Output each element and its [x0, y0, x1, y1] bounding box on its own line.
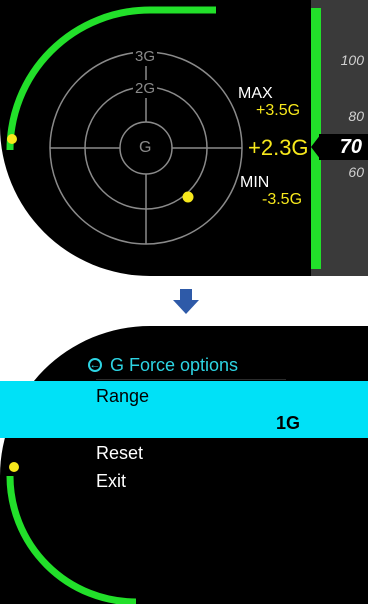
current-g-value: +2.3G [248, 135, 309, 160]
speed-current-value: 70 [339, 136, 362, 158]
options-menu-title-text: G Force options [110, 355, 239, 375]
options-menu-title[interactable]: ← G Force options [88, 354, 238, 376]
scale-label-2g: 2G [133, 80, 158, 98]
g-position-dot [182, 191, 194, 203]
max-value: +3.5G [256, 102, 301, 119]
title-divider [96, 379, 286, 380]
min-value: -3.5G [262, 191, 303, 208]
bezel-arc [6, 475, 137, 604]
speed-tick: 100 [340, 52, 364, 68]
range-value: 1G [275, 413, 300, 433]
speed-pointer [311, 134, 321, 160]
speed-tick: 80 [348, 108, 364, 124]
scale-label-center: G [139, 139, 152, 156]
bezel-arc [6, 6, 216, 151]
gforce-screen: 3G 2G G MAX +3.5G +2.3G MIN -3.5G 100 80… [0, 0, 368, 276]
down-arrow-icon [173, 289, 199, 314]
bezel-position-dot [9, 462, 19, 472]
min-label: MIN [240, 174, 270, 191]
scale-label-3g: 3G [133, 48, 158, 66]
menu-item-range-label: Range [96, 386, 150, 406]
bezel-position-dot [7, 134, 17, 144]
max-label: MAX [238, 85, 273, 102]
menu-item-range[interactable] [0, 381, 368, 438]
menu-item-exit[interactable]: Exit [96, 470, 126, 492]
back-circle-icon[interactable]: ← [88, 358, 102, 372]
speed-tick: 60 [348, 164, 364, 180]
menu-item-reset[interactable]: Reset [96, 442, 143, 464]
